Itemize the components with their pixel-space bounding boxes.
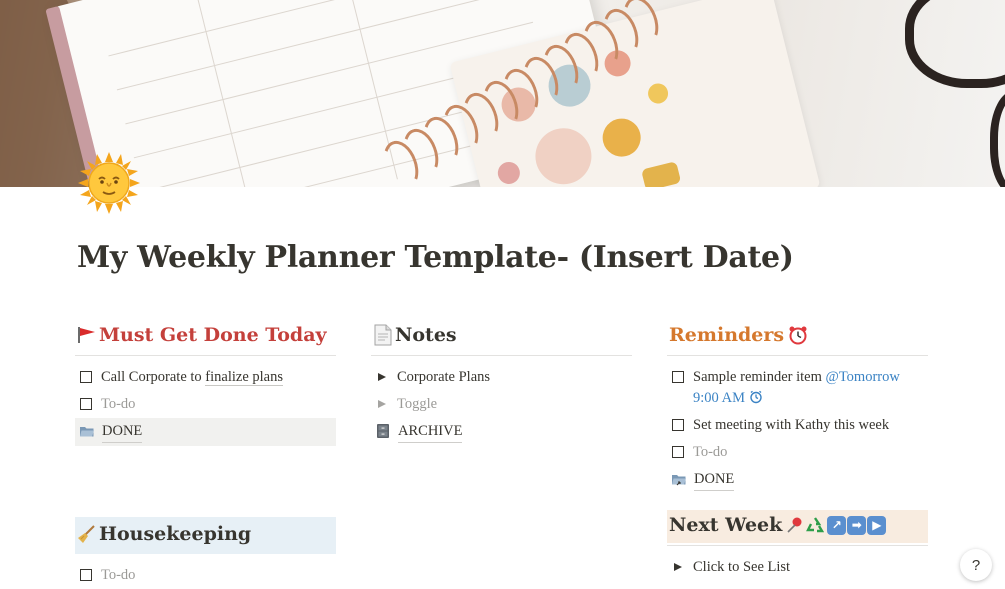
must-get-done-heading[interactable]: Must Get Done Today (75, 318, 336, 356)
todo-item: Set meeting with Kathy this week (667, 412, 928, 439)
eyeglasses (990, 90, 1005, 187)
red-flag-icon (77, 326, 97, 344)
housekeeping-heading[interactable]: Housekeeping (75, 517, 336, 554)
toggle-item: Toggle (371, 391, 632, 418)
toggle-triangle-icon[interactable] (378, 373, 386, 381)
notes-heading[interactable]: Notes (371, 318, 632, 356)
notebook-line (108, 0, 516, 56)
pushpin-icon (786, 516, 804, 534)
todo-item: To-do (75, 562, 336, 589)
done-page-title: DONE (102, 421, 142, 443)
sun-with-face-icon[interactable] (78, 152, 140, 214)
todo-checkbox[interactable] (672, 371, 684, 383)
help-button[interactable]: ? (960, 549, 992, 581)
todo-checkbox[interactable] (672, 419, 684, 431)
todo-checkbox[interactable] (80, 371, 92, 383)
must-get-done-column: Must Get Done Today Call Corporate to fi… (75, 318, 336, 446)
done-page-link[interactable]: DONE (667, 466, 928, 494)
sticker-dot (496, 160, 523, 187)
date-mention[interactable]: @Tomorrow (825, 369, 899, 385)
todo-checkbox[interactable] (80, 398, 92, 410)
todo-item: Call Corporate to finalize plans (75, 364, 336, 391)
file-cabinet-icon (375, 423, 391, 439)
toggle-text[interactable]: Click to See List (693, 557, 790, 578)
toggle-placeholder[interactable]: Toggle (397, 394, 437, 415)
toggle-text[interactable]: Corporate Plans (397, 367, 490, 388)
reminders-heading[interactable]: Reminders (667, 318, 928, 356)
toggle-item: Click to See List (667, 554, 928, 581)
sticker-rect (641, 161, 681, 187)
must-get-done-heading-text: Must Get Done Today (99, 324, 327, 346)
todo-placeholder[interactable]: To-do (693, 442, 727, 463)
alarm-clock-icon (788, 325, 808, 345)
page-title[interactable]: My Weekly Planner Template- (Insert Date… (77, 240, 794, 275)
archive-page-link[interactable]: ARCHIVE (371, 418, 632, 446)
todo-checkbox[interactable] (672, 446, 684, 458)
divider (667, 545, 928, 546)
sticker-dot (599, 115, 645, 161)
done-page-link[interactable]: DONE (75, 418, 336, 446)
broom-icon (77, 524, 97, 544)
recycle-icon (806, 516, 824, 534)
sticker-dot (646, 81, 670, 105)
todo-text[interactable]: Call Corporate to finalize plans (101, 367, 283, 388)
notes-column: Notes Corporate Plans Toggle ARCHIVE (371, 318, 632, 446)
todo-text[interactable]: Set meeting with Kathy this week (693, 415, 889, 436)
open-folder-icon (79, 423, 95, 439)
housekeeping-heading-text: Housekeeping (99, 523, 251, 545)
arrow-right-icon: ➡ (847, 516, 866, 535)
sticker-dot (529, 122, 597, 187)
open-folder-icon (671, 471, 687, 487)
reminders-column: Reminders Sample reminder item @Tomorrow… (667, 318, 928, 494)
toggle-triangle-icon[interactable] (378, 400, 386, 408)
toggle-item: Corporate Plans (371, 364, 632, 391)
reminder-clock-icon (749, 390, 763, 404)
toggle-triangle-icon[interactable] (674, 563, 682, 571)
todo-text-plain: Call Corporate to (101, 369, 205, 385)
play-icon: ▶ (867, 516, 886, 535)
next-week-heading[interactable]: Next Week ↗ ➡ ▶ (667, 510, 928, 543)
reminder-text: Sample reminder item (693, 369, 825, 385)
reminder-time[interactable]: 9:00 AM (693, 390, 745, 406)
todo-item: To-do (667, 439, 928, 466)
todo-checkbox[interactable] (80, 569, 92, 581)
todo-text[interactable]: Sample reminder item @Tomorrow 9:00 AM (693, 367, 900, 409)
todo-placeholder[interactable]: To-do (101, 394, 135, 415)
notes-heading-text: Notes (395, 324, 457, 346)
archive-page-title: ARCHIVE (398, 421, 462, 443)
housekeeping-section: Housekeeping To-do (75, 517, 336, 589)
finalize-plans-link[interactable]: finalize plans (205, 369, 283, 386)
todo-item: To-do (75, 391, 336, 418)
page-icon (373, 324, 393, 346)
todo-item: Sample reminder item @Tomorrow 9:00 AM (667, 364, 928, 412)
arrow-up-right-icon: ↗ (827, 516, 846, 535)
next-week-section: Next Week ↗ ➡ ▶ Click to See List (667, 510, 928, 581)
next-week-heading-text: Next Week (669, 514, 782, 536)
eyeglasses (905, 0, 1005, 88)
cover-image (0, 0, 1005, 187)
reminders-heading-text: Reminders (669, 324, 784, 346)
done-page-title: DONE (694, 469, 734, 491)
